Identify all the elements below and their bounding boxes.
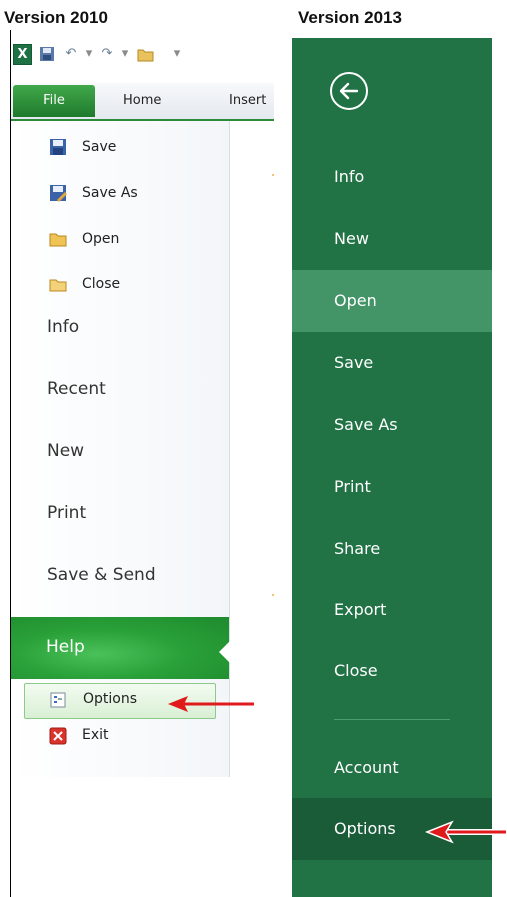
menu-item-label: Save bbox=[82, 139, 117, 155]
close-folder-icon bbox=[49, 275, 67, 293]
tab-file[interactable]: File bbox=[13, 85, 95, 117]
menu-item-print[interactable]: Print bbox=[47, 503, 86, 523]
menu-item-open[interactable]: Open bbox=[292, 270, 492, 332]
back-button[interactable] bbox=[330, 72, 368, 110]
menu-item-open[interactable]: Open bbox=[11, 218, 229, 263]
file-menu: Save Save As Open Close Info Recent New … bbox=[11, 121, 230, 777]
excel-2010-backstage: X ↶ ▾ ↷ ▾ ▾ File Home Insert Save Save A… bbox=[11, 32, 274, 777]
menu-item-label: Save As bbox=[82, 185, 138, 201]
menu-item-label: Account bbox=[334, 758, 399, 777]
customize-qat-icon[interactable]: ▾ bbox=[169, 46, 185, 62]
menu-item-save-and-send[interactable]: Save & Send bbox=[47, 565, 156, 585]
menu-item-save-as[interactable]: Save As bbox=[292, 394, 492, 456]
excel-2013-backstage: Info New Open Save Save As Print Share E… bbox=[292, 38, 492, 897]
open-folder-icon[interactable] bbox=[137, 46, 154, 62]
menu-item-label: Save bbox=[334, 353, 374, 372]
save-icon bbox=[49, 138, 67, 156]
menu-item-label: Share bbox=[334, 539, 381, 558]
menu-item-exit[interactable]: Exit bbox=[11, 721, 229, 766]
version-2013-title: Version 2013 bbox=[298, 8, 402, 27]
pointer-arrow-icon bbox=[424, 820, 506, 844]
menu-item-account[interactable]: Account bbox=[292, 737, 492, 799]
menu-item-recent[interactable]: Recent bbox=[47, 379, 106, 399]
menu-item-label: Export bbox=[334, 600, 387, 619]
menu-item-save-as[interactable]: Save As bbox=[11, 172, 229, 217]
open-folder-icon bbox=[49, 230, 67, 248]
menu-item-new[interactable]: New bbox=[47, 441, 84, 461]
tab-insert[interactable]: Insert bbox=[229, 85, 266, 117]
ornament bbox=[272, 594, 274, 596]
menu-item-print[interactable]: Print bbox=[292, 456, 492, 518]
menu-item-label: New bbox=[334, 229, 369, 248]
menu-item-info[interactable]: Info bbox=[47, 317, 79, 337]
options-icon bbox=[50, 692, 66, 708]
redo-icon[interactable]: ↷ bbox=[99, 46, 115, 62]
menu-item-new[interactable]: New bbox=[292, 208, 492, 270]
tab-home[interactable]: Home bbox=[123, 85, 161, 117]
back-arrow-icon bbox=[339, 82, 359, 100]
menu-item-label: Exit bbox=[82, 727, 109, 743]
menu-item-close[interactable]: Close bbox=[292, 640, 492, 702]
pointer-arrow-icon bbox=[168, 696, 254, 712]
menu-item-label: Close bbox=[82, 276, 121, 292]
ornament bbox=[272, 174, 274, 176]
exit-icon bbox=[49, 727, 67, 745]
menu-item-close[interactable]: Close bbox=[11, 263, 229, 308]
save-icon[interactable] bbox=[39, 46, 55, 62]
menu-item-export[interactable]: Export bbox=[292, 579, 492, 641]
undo-icon[interactable]: ↶ bbox=[63, 46, 79, 62]
redo-dropdown-icon[interactable]: ▾ bbox=[117, 46, 133, 62]
menu-item-label: Help bbox=[46, 637, 85, 657]
menu-item-label: Print bbox=[334, 477, 371, 496]
selection-notch bbox=[219, 641, 230, 663]
menu-item-info[interactable]: Info bbox=[292, 146, 492, 208]
menu-item-save[interactable]: Save bbox=[11, 126, 229, 171]
ribbon-tab-bar: File Home Insert bbox=[11, 83, 274, 121]
menu-item-label: Options bbox=[334, 819, 396, 838]
undo-dropdown-icon[interactable]: ▾ bbox=[81, 46, 97, 62]
quick-access-toolbar: X ↶ ▾ ↷ ▾ ▾ bbox=[11, 32, 274, 82]
menu-item-label: Close bbox=[334, 661, 378, 680]
menu-item-help[interactable]: Help bbox=[11, 617, 229, 679]
excel-logo-icon[interactable]: X bbox=[13, 44, 32, 65]
menu-item-label: Options bbox=[83, 691, 138, 707]
menu-item-share[interactable]: Share bbox=[292, 518, 492, 580]
version-2010-title: Version 2010 bbox=[4, 8, 108, 27]
menu-item-label: Info bbox=[334, 167, 365, 186]
save-as-icon bbox=[49, 184, 67, 202]
menu-item-save[interactable]: Save bbox=[292, 332, 492, 394]
menu-item-label: Save As bbox=[334, 415, 398, 434]
menu-separator bbox=[334, 719, 450, 720]
menu-item-label: Open bbox=[82, 231, 120, 247]
menu-item-label: Open bbox=[334, 291, 377, 310]
